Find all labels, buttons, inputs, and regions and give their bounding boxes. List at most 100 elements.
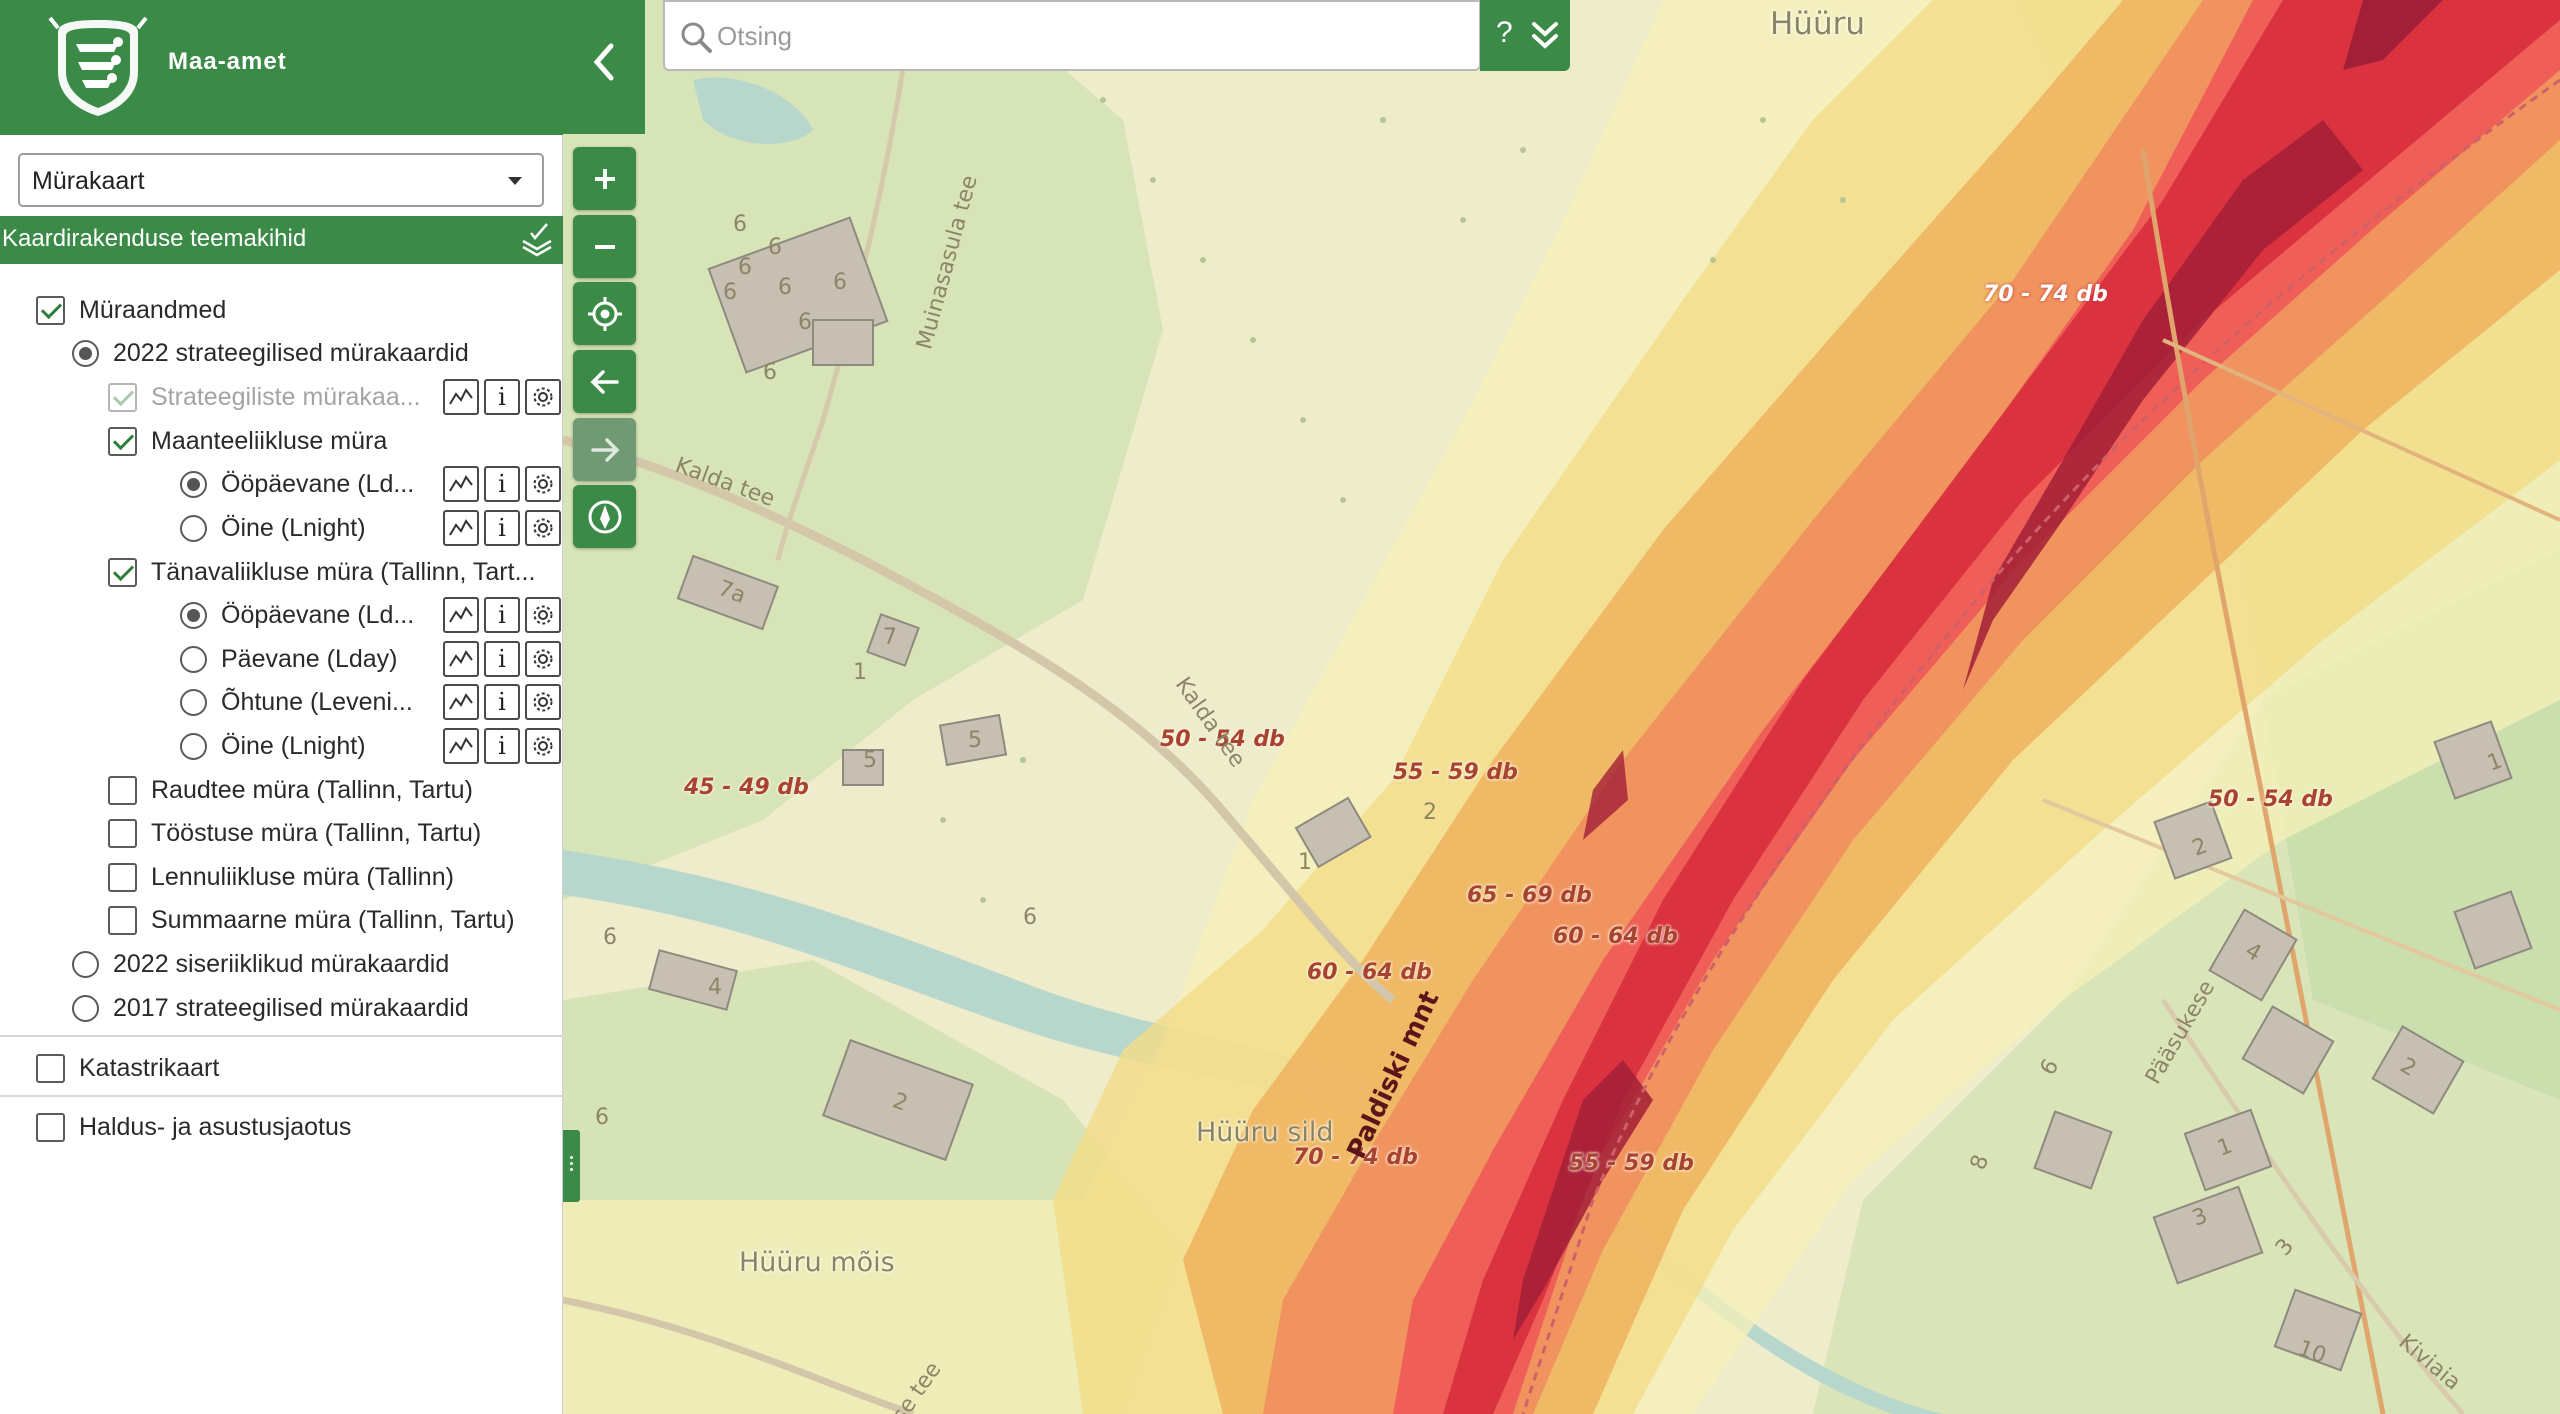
legend-button[interactable]	[443, 597, 479, 633]
locate-button[interactable]	[573, 282, 636, 345]
info-button[interactable]: i	[484, 379, 520, 415]
settings-button[interactable]	[525, 684, 561, 720]
layer-administrative-units[interactable]: Haldus- ja asustusjaotus	[36, 1109, 351, 1145]
layer-road-lden[interactable]: Ööpäevane (Ld...	[180, 466, 414, 502]
layer-tools: i	[443, 641, 561, 677]
legend-button[interactable]	[443, 641, 479, 677]
noise-label: 60 - 64 db	[1553, 924, 1678, 949]
grip-icon	[570, 1156, 573, 1159]
noise-label: 55 - 59 db	[1569, 1151, 1694, 1176]
app-header: Maa-amet	[0, 0, 563, 135]
house-number: 1	[1298, 850, 1312, 875]
checkbox[interactable]	[108, 905, 137, 935]
info-button[interactable]: i	[484, 684, 520, 720]
search-icon	[681, 22, 712, 53]
layer-group-2022-strategic[interactable]: 2022 strateegilised mürakaardid	[72, 335, 469, 371]
gear-icon	[533, 387, 553, 407]
layer-railway-noise[interactable]: Raudtee müra (Tallinn, Tartu)	[108, 772, 473, 808]
settings-button[interactable]	[525, 510, 561, 546]
arrow-right-icon	[590, 437, 619, 462]
layer-industry-noise[interactable]: Tööstuse müra (Tallinn, Tartu)	[108, 815, 481, 851]
theme-dropdown[interactable]: Mürakaart	[18, 153, 544, 207]
search-actions: ?	[1480, 0, 1570, 71]
checkbox[interactable]	[36, 1053, 65, 1083]
brand-name: Maa-amet	[168, 48, 287, 75]
layer-cadastral-map[interactable]: Katastrikaart	[36, 1050, 219, 1086]
info-button[interactable]: i	[484, 466, 520, 502]
sidebar-resize-handle[interactable]	[563, 1130, 580, 1202]
double-chevron-down-icon[interactable]	[1530, 20, 1560, 52]
info-button[interactable]: i	[484, 728, 520, 764]
radio[interactable]	[180, 470, 207, 498]
legend-icon	[449, 606, 473, 623]
coat-of-arms-logo	[48, 16, 148, 116]
gear-icon	[533, 649, 553, 669]
next-extent-button[interactable]	[573, 418, 636, 481]
layer-street-levening[interactable]: Õhtune (Leveni...	[180, 684, 413, 720]
checkbox[interactable]	[108, 426, 137, 456]
arrow-left-icon	[590, 369, 619, 394]
layer-street-lday[interactable]: Päevane (Lday)	[180, 641, 398, 677]
checkbox[interactable]	[108, 818, 137, 848]
checkbox[interactable]	[108, 862, 137, 892]
layer-strategic-maps[interactable]: Strateegiliste mürakaa...	[108, 379, 421, 415]
radio[interactable]	[180, 732, 207, 760]
legend-icon	[449, 519, 473, 536]
house-number: 5	[968, 728, 982, 753]
legend-button[interactable]	[443, 684, 479, 720]
collapse-sidebar-button[interactable]	[563, 0, 645, 134]
checkbox[interactable]	[108, 557, 137, 587]
settings-button[interactable]	[525, 728, 561, 764]
radio[interactable]	[72, 950, 99, 978]
layer-group-2022-national[interactable]: 2022 siseriiklikud mürakaardid	[72, 946, 449, 982]
settings-button[interactable]	[525, 641, 561, 677]
info-button[interactable]: i	[484, 510, 520, 546]
legend-button[interactable]	[443, 510, 479, 546]
info-button[interactable]: i	[484, 641, 520, 677]
help-button[interactable]: ?	[1496, 16, 1513, 50]
legend-button[interactable]	[443, 379, 479, 415]
settings-button[interactable]	[525, 379, 561, 415]
legend-icon	[449, 650, 473, 667]
checkbox[interactable]	[108, 775, 137, 805]
legend-button[interactable]	[443, 728, 479, 764]
gear-icon	[533, 692, 553, 712]
checkbox[interactable]	[36, 1112, 65, 1142]
noise-label: 50 - 54 db	[2208, 787, 2333, 812]
search-input[interactable]	[717, 14, 1417, 58]
layer-street-traffic-noise[interactable]: Tänavaliikluse müra (Tallinn, Tart...	[108, 554, 535, 590]
zoom-in-button[interactable]	[573, 147, 636, 210]
info-button[interactable]: i	[484, 597, 520, 633]
layer-aviation-noise[interactable]: Lennuliikluse müra (Tallinn)	[108, 859, 454, 895]
layer-street-lnight[interactable]: Öine (Lnight)	[180, 728, 366, 764]
layer-street-lden[interactable]: Ööpäevane (Ld...	[180, 597, 414, 633]
noise-label: 70 - 74 db	[1983, 282, 2108, 307]
layer-road-traffic-noise[interactable]: Maanteeliikluse müra	[108, 423, 387, 459]
checkbox[interactable]	[36, 295, 65, 325]
radio[interactable]	[180, 688, 207, 716]
layer-group-muraandmed[interactable]: Müraandmed	[36, 292, 226, 328]
house-number: 1	[853, 660, 867, 685]
radio[interactable]	[72, 339, 99, 367]
layers-icon[interactable]	[517, 219, 557, 259]
radio[interactable]	[180, 645, 207, 673]
checkbox[interactable]	[108, 382, 137, 412]
layer-road-lnight[interactable]: Öine (Lnight)	[180, 510, 366, 546]
previous-extent-button[interactable]	[573, 350, 636, 413]
radio[interactable]	[180, 514, 207, 542]
zoom-out-button[interactable]	[573, 215, 636, 278]
radio[interactable]	[72, 994, 99, 1022]
settings-button[interactable]	[525, 597, 561, 633]
radio[interactable]	[180, 601, 207, 629]
layer-group-2017-strategic[interactable]: 2017 strateegilised mürakaardid	[72, 990, 469, 1026]
legend-button[interactable]	[443, 466, 479, 502]
layer-tools: i	[443, 728, 561, 764]
layer-total-noise[interactable]: Summaarne müra (Tallinn, Tartu)	[108, 902, 515, 938]
layers-panel-header: Kaardirakenduse teemakihid	[0, 216, 563, 264]
map-canvas[interactable]: 70 - 74 db 50 - 54 db 45 - 49 db 55 - 59…	[563, 0, 2560, 1414]
house-number: 5	[863, 748, 877, 773]
compass-button[interactable]	[573, 485, 636, 548]
layer-tools: i	[443, 379, 561, 415]
settings-button[interactable]	[525, 466, 561, 502]
divider	[0, 1035, 563, 1037]
